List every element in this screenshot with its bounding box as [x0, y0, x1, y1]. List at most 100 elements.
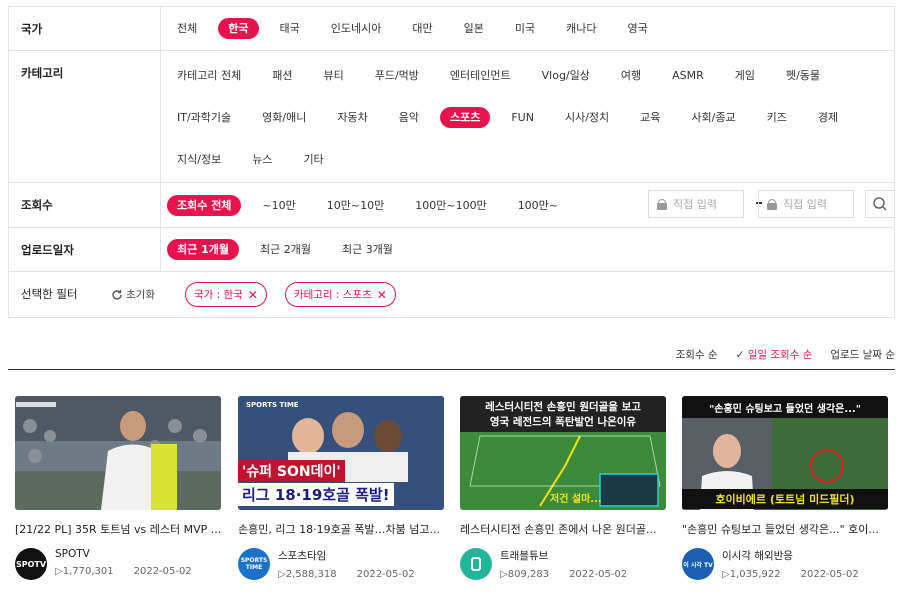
category-option[interactable]: 사회/종교 [681, 107, 745, 128]
views-option[interactable]: 조회수 전체 [167, 194, 242, 216]
video-title[interactable]: [21/22 PL] 35R 토트넘 vs 레스터 MVP ... [15, 521, 221, 537]
video-thumbnail[interactable]: "손흥민 슈팅보고 들었던 생각은..." 호이비에르 (토트넘 미드필더) [682, 396, 888, 510]
country-option[interactable]: 대만 [402, 18, 442, 39]
category-option[interactable]: 영화/애니 [252, 107, 316, 128]
upload-date: 2022-05-02 [133, 566, 192, 577]
views-max-input[interactable]: 직접 입력 [758, 190, 854, 218]
category-option[interactable]: 스포츠 [439, 107, 491, 128]
country-option[interactable]: 일본 [454, 18, 494, 39]
country-option[interactable]: 인도네시아 [321, 18, 392, 39]
views-filter-label: 조회수 [9, 183, 161, 227]
view-count: ▷2,588,318 [278, 569, 337, 580]
country-option[interactable]: 캐나다 [556, 18, 606, 39]
views-search-button[interactable] [865, 190, 895, 218]
country-option[interactable]: 한국 [218, 18, 259, 39]
category-option[interactable]: 여행 [611, 65, 651, 86]
channel-avatar[interactable] [460, 548, 492, 580]
check-icon: ✓ [735, 349, 748, 361]
category-option[interactable]: 경제 [808, 107, 848, 128]
view-count-value: 1,035,922 [729, 569, 781, 580]
category-option[interactable]: 카테고리 전체 [167, 65, 251, 86]
category-option[interactable]: 시사/정치 [555, 107, 619, 128]
upload-filter-label: 업로드일자 [9, 228, 161, 271]
views-option[interactable]: 10만~10만 [317, 195, 394, 216]
channel-name[interactable]: SPOTV [55, 548, 212, 560]
category-option[interactable]: 게임 [725, 65, 765, 86]
category-options: 카테고리 전체 패션 뷰티 푸드/먹방 엔터테인먼트 Vlog/일상 여행 ASMR 게임 펫/동… [161, 51, 894, 182]
avatar-text: SPOTV [15, 559, 47, 569]
channel-name[interactable]: 스포츠타임 [278, 548, 435, 563]
category-option[interactable]: 펫/동물 [776, 65, 830, 86]
category-option[interactable]: 푸드/먹방 [365, 65, 429, 86]
suitcase-icon [471, 557, 481, 571]
category-option[interactable]: 키즈 [757, 107, 797, 128]
video-thumbnail[interactable] [15, 396, 221, 510]
views-min-placeholder: 직접 입력 [673, 198, 717, 211]
upload-date: 2022-05-02 [356, 569, 415, 580]
view-count: ▷1,770,301 [55, 566, 114, 577]
video-card[interactable]: SPORTS TIME '슈퍼 SON데이' 리그 18·19호골 폭발! 손흥… [238, 396, 444, 580]
channel-avatar[interactable]: SPOTV [15, 548, 47, 580]
view-count: ▷809,283 [500, 569, 550, 580]
upload-option[interactable]: 최근 1개월 [167, 239, 239, 260]
channel-info: SPOTV SPOTV ▷1,770,301 2022-05-02 [15, 548, 221, 580]
country-option[interactable]: 영국 [617, 18, 657, 39]
category-option[interactable]: 뷰티 [313, 65, 353, 86]
category-option[interactable]: 교육 [630, 107, 670, 128]
filter-panel: 국가 전체 한국 태국 인도네시아 대만 일본 미국 캐나다 영국 카테고리 카테고리 전체 패션… [8, 6, 895, 318]
video-thumbnail[interactable]: SPORTS TIME '슈퍼 SON데이' 리그 18·19호골 폭발! [238, 396, 444, 510]
video-title[interactable]: 레스터시티전 손흥민 존에서 나온 원더골... [460, 521, 666, 537]
upload-date: 2022-05-02 [800, 569, 859, 580]
view-count-value: 1,770,301 [62, 566, 114, 577]
video-card[interactable]: [21/22 PL] 35R 토트넘 vs 레스터 MVP ... SPOTV … [15, 396, 221, 580]
close-icon[interactable]: ✕ [377, 288, 387, 302]
category-option[interactable]: 자동차 [327, 107, 377, 128]
upload-option[interactable]: 최근 3개월 [332, 239, 403, 260]
channel-name[interactable]: 이시각 해외반응 [722, 548, 879, 563]
category-option[interactable]: IT/과학기술 [167, 107, 241, 128]
video-thumbnail[interactable]: 레스터시티전 손흥민 원더골을 보고 영국 레전드의 폭탄발언 나온이유 저건 … [460, 396, 666, 510]
view-count-value: 809,283 [507, 569, 550, 580]
upload-option[interactable]: 최근 2개월 [250, 239, 321, 260]
category-option[interactable]: 음악 [389, 107, 429, 128]
country-filter-row: 국가 전체 한국 태국 인도네시아 대만 일본 미국 캐나다 영국 [9, 7, 894, 51]
filter-tag-country[interactable]: 국가 : 한국 ✕ [184, 282, 267, 307]
category-option[interactable]: 엔터테인먼트 [440, 65, 521, 86]
video-title[interactable]: "손흥민 슈팅보고 들었던 생각은..." 호이... [682, 521, 888, 537]
sort-daily-views[interactable]: ✓ 일일 조회수 순 [736, 347, 813, 362]
category-option[interactable]: Vlog/일상 [532, 65, 600, 86]
views-min-input[interactable]: 직접 입력 [648, 190, 744, 218]
thumb-headline-1: 레스터시티전 손흥민 원더골을 보고 [485, 401, 641, 413]
filter-tag-category[interactable]: 카테고리 : 스포츠 ✕ [284, 282, 396, 307]
category-option[interactable]: 지식/정보 [167, 149, 231, 170]
sort-views[interactable]: 조회수 순 [676, 347, 718, 362]
category-option[interactable]: ASMR [662, 65, 714, 86]
category-filter-label: 카테고리 [9, 51, 161, 182]
close-icon[interactable]: ✕ [248, 288, 258, 302]
country-option[interactable]: 전체 [167, 18, 207, 39]
refresh-icon [112, 289, 122, 300]
country-option[interactable]: 태국 [270, 18, 310, 39]
reset-button[interactable]: 초기화 [111, 287, 155, 302]
channel-name[interactable]: 트래블튜브 [500, 548, 647, 563]
upload-filter-row: 업로드일자 최근 1개월 최근 2개월 최근 3개월 [9, 228, 894, 272]
divider [8, 369, 895, 370]
channel-avatar[interactable]: SPORTS TIME [238, 548, 270, 580]
views-option[interactable]: 100만~ [508, 195, 568, 216]
video-card[interactable]: "손흥민 슈팅보고 들었던 생각은..." 호이비에르 (토트넘 미드필더) "… [682, 396, 888, 580]
category-option[interactable]: 기타 [293, 149, 333, 170]
lock-icon [767, 199, 777, 210]
country-option[interactable]: 미국 [505, 18, 545, 39]
filter-tag-label: 카테고리 : 스포츠 [293, 289, 372, 301]
category-option[interactable]: 뉴스 [242, 149, 282, 170]
category-filter-row: 카테고리 카테고리 전체 패션 뷰티 푸드/먹방 엔터테인먼트 Vlog/일상 여행 ASMR… [9, 51, 894, 183]
views-option[interactable]: 100만~100만 [405, 195, 496, 216]
video-title[interactable]: 손흥민, 리그 18·19호골 폭발…차붐 넘고... [238, 521, 444, 537]
views-option[interactable]: ~10만 [252, 195, 305, 216]
channel-avatar[interactable]: 이 시각 TV [682, 548, 714, 580]
sort-upload-date[interactable]: 업로드 날짜 순 [830, 347, 895, 362]
category-option[interactable]: FUN [501, 107, 544, 128]
thumb-headline-2: 영국 레전드의 폭탄발언 나온이유 [489, 416, 637, 428]
video-card[interactable]: 레스터시티전 손흥민 원더골을 보고 영국 레전드의 폭탄발언 나온이유 저건 … [460, 396, 666, 580]
category-option[interactable]: 패션 [262, 65, 302, 86]
